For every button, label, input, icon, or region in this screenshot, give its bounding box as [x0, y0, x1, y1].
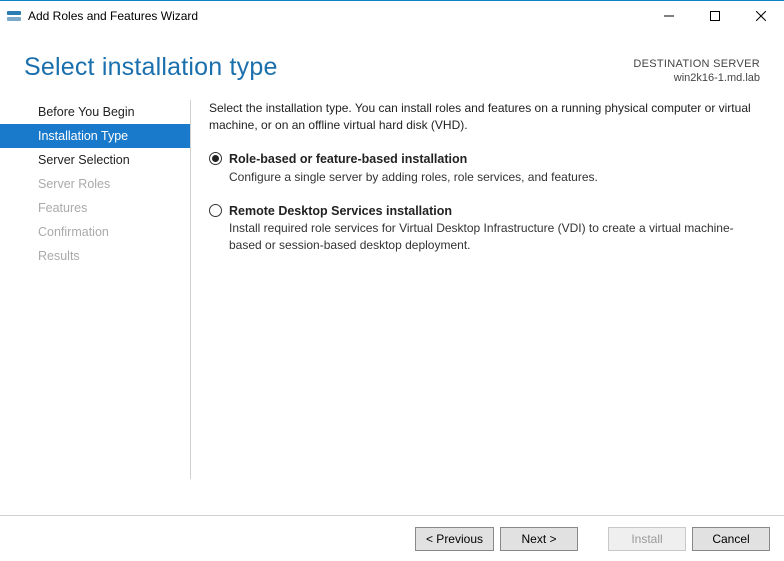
header: Select installation type DESTINATION SER… [0, 31, 784, 94]
nav-item-confirmation: Confirmation [22, 220, 190, 244]
option-title: Remote Desktop Services installation [229, 202, 760, 220]
vertical-divider [190, 100, 191, 479]
window-title: Add Roles and Features Wizard [28, 9, 198, 23]
intro-text: Select the installation type. You can in… [209, 100, 760, 135]
page-title: Select installation type [24, 53, 278, 82]
previous-button[interactable]: < Previous [415, 527, 494, 551]
close-button[interactable] [738, 1, 784, 31]
destination-server-value: win2k16-1.md.lab [633, 71, 760, 85]
option-desc: Configure a single server by adding role… [229, 169, 598, 186]
window-controls [646, 1, 784, 31]
destination-server-label: DESTINATION SERVER [633, 57, 760, 71]
server-manager-icon [6, 8, 22, 24]
option-text: Role-based or feature-based installation… [229, 150, 598, 186]
nav-item-features: Features [22, 196, 190, 220]
nav-item-results: Results [22, 244, 190, 268]
nav-item-installation-type[interactable]: Installation Type [0, 124, 190, 148]
nav-item-before-you-begin[interactable]: Before You Begin [22, 100, 190, 124]
option-title: Role-based or feature-based installation [229, 150, 598, 168]
wizard-nav: Before You BeginInstallation TypeServer … [0, 100, 190, 479]
wizard-body: Before You BeginInstallation TypeServer … [0, 94, 784, 479]
destination-server-block: DESTINATION SERVER win2k16-1.md.lab [633, 53, 760, 86]
option-text: Remote Desktop Services installationInst… [229, 202, 760, 255]
titlebar: Add Roles and Features Wizard [0, 1, 784, 31]
install-option-0[interactable]: Role-based or feature-based installation… [209, 150, 760, 186]
option-desc: Install required role services for Virtu… [229, 220, 760, 255]
minimize-button[interactable] [646, 1, 692, 31]
install-option-1[interactable]: Remote Desktop Services installationInst… [209, 202, 760, 255]
radio-icon[interactable] [209, 204, 222, 217]
wizard-footer: < Previous Next > Install Cancel [0, 515, 784, 561]
install-button: Install [608, 527, 686, 551]
cancel-button[interactable]: Cancel [692, 527, 770, 551]
wizard-content: Select the installation type. You can in… [209, 100, 784, 479]
nav-item-server-roles: Server Roles [22, 172, 190, 196]
next-button[interactable]: Next > [500, 527, 578, 551]
nav-item-server-selection[interactable]: Server Selection [22, 148, 190, 172]
radio-icon[interactable] [209, 152, 222, 165]
maximize-button[interactable] [692, 1, 738, 31]
